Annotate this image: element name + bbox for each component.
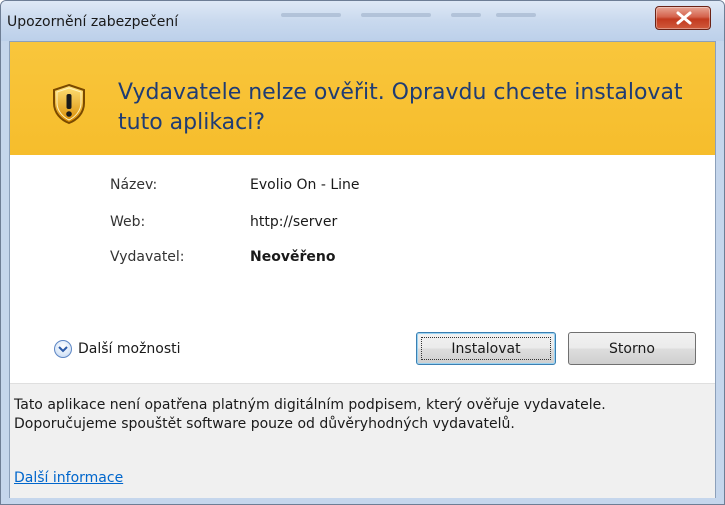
more-options-label: Další možnosti — [78, 341, 181, 357]
web-value: http://server — [250, 214, 338, 230]
install-button[interactable]: Instalovat — [416, 332, 556, 365]
web-label: Web: — [110, 214, 146, 230]
warning-message: Vydavatele nelze ověřit. Opravdu chcete … — [118, 80, 683, 135]
warning-shield-icon — [53, 83, 85, 125]
chevron-down-circle-icon — [54, 340, 72, 358]
security-warning-dialog: Upozornění zabezpečení Vydavatele nelze … — [0, 0, 725, 505]
publisher-value: Neověřeno — [250, 249, 336, 265]
focus-ring — [421, 337, 551, 360]
title-bar[interactable]: Upozornění zabezpečení — [1, 1, 724, 41]
publisher-label: Vydavatel: — [110, 249, 185, 265]
close-icon — [676, 11, 692, 25]
background-blur — [496, 13, 536, 17]
footer-panel: Tato aplikace není opatřena platným digi… — [10, 383, 715, 498]
dialog-content: Vydavatele nelze ověřit. Opravdu chcete … — [9, 41, 716, 498]
more-info-link[interactable]: Další informace — [14, 470, 123, 486]
name-value: Evolio On - Line — [250, 177, 360, 193]
cancel-button[interactable]: Storno — [568, 332, 696, 365]
more-options-toggle[interactable]: Další možnosti — [54, 339, 181, 359]
background-blur — [451, 13, 481, 17]
close-button[interactable] — [655, 6, 711, 30]
name-label: Název: — [110, 177, 158, 193]
footer-description: Tato aplikace není opatřena platným digi… — [14, 397, 606, 432]
cancel-button-label: Storno — [609, 340, 655, 357]
warning-banner: Vydavatele nelze ověřit. Opravdu chcete … — [10, 42, 715, 155]
background-blur — [281, 13, 341, 17]
window-title: Upozornění zabezpečení — [7, 14, 179, 30]
background-blur — [361, 13, 431, 17]
